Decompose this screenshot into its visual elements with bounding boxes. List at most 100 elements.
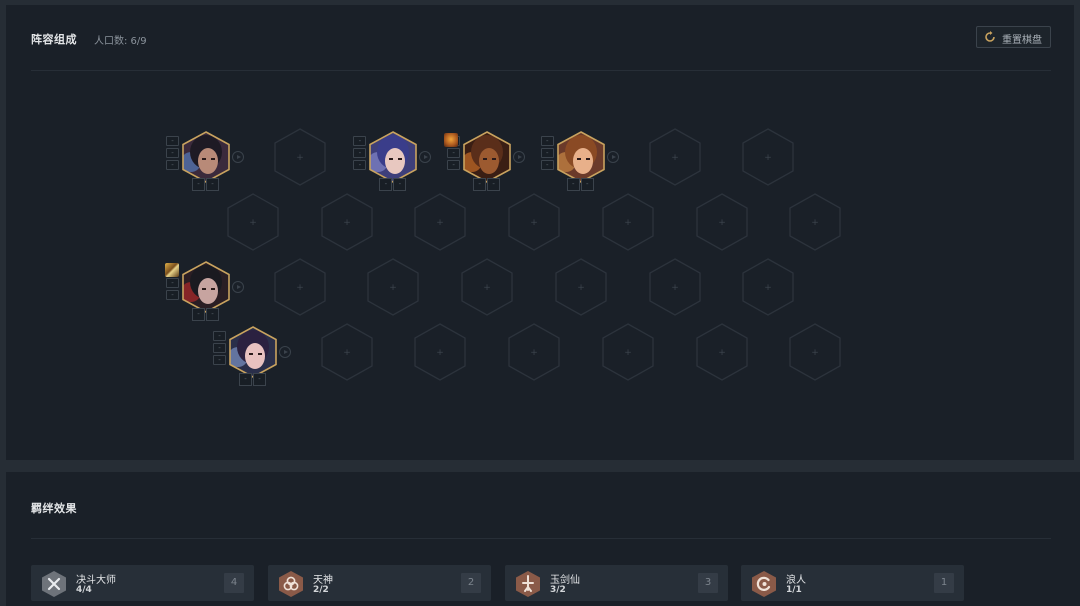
star-slot[interactable]: - [473, 178, 487, 191]
empty-board-cell[interactable]: + [602, 323, 654, 381]
trait-badge: 4 [224, 573, 244, 593]
next-arrow-icon[interactable] [232, 151, 244, 163]
empty-board-cell[interactable]: + [742, 128, 794, 186]
trait-card-jade-swordsman[interactable]: 玉剑仙 3/2 3 [505, 565, 728, 601]
champion-cell-champion-6[interactable] [229, 326, 277, 378]
star-slot[interactable]: - [393, 178, 407, 191]
item-slot[interactable]: - [353, 136, 367, 146]
empty-board-cell[interactable]: + [789, 323, 841, 381]
trait-card-duelist[interactable]: 决斗大师 4/4 4 [31, 565, 254, 601]
star-slot-row: -- [192, 178, 220, 191]
item-slot[interactable]: - [166, 148, 179, 158]
item-slot[interactable]: - [540, 160, 554, 170]
add-champion-icon: + [437, 218, 445, 228]
item-emblem-icon[interactable] [444, 133, 459, 147]
next-arrow-icon[interactable] [606, 151, 619, 163]
add-champion-icon: + [296, 283, 304, 293]
star-slot[interactable]: - [192, 308, 205, 321]
board-title: 阵容组成 [31, 33, 77, 46]
wave-icon [752, 571, 776, 597]
star-slot[interactable]: - [566, 178, 580, 191]
refresh-icon [985, 31, 995, 42]
trait-count: 4/4 [76, 585, 92, 595]
item-slot[interactable]: - [447, 160, 461, 170]
item-slot[interactable]: - [213, 343, 226, 353]
item-slot[interactable]: - [540, 136, 554, 146]
next-arrow-icon[interactable] [279, 346, 291, 358]
add-champion-icon: + [530, 348, 538, 358]
traits-panel: 羁绊效果 决斗大师 4/4 4 天神 2/2 2 玉剑仙 3/2 3 浪人 1/… [6, 472, 1080, 606]
empty-board-cell[interactable]: + [414, 193, 467, 251]
star-slot[interactable]: - [379, 178, 393, 191]
champion-cell-champion-5[interactable] [182, 261, 230, 313]
add-champion-icon: + [671, 153, 679, 163]
board-panel: 阵容组成 人口数: 6/9 重置棋盘 -----+---------------… [6, 5, 1074, 460]
next-arrow-icon[interactable] [419, 151, 432, 163]
empty-board-cell[interactable]: + [695, 193, 748, 251]
trait-name: 天神 [313, 575, 333, 586]
reset-board-button[interactable]: 重置棋盘 [976, 26, 1051, 48]
trait-badge: 2 [461, 573, 481, 593]
empty-board-cell[interactable]: + [321, 323, 373, 381]
item-slot[interactable]: - [353, 148, 367, 158]
next-arrow-icon[interactable] [232, 281, 244, 293]
champion-portrait [183, 262, 229, 312]
star-slot[interactable]: - [253, 373, 266, 386]
star-slot[interactable]: - [206, 178, 219, 191]
item-slot[interactable]: - [166, 136, 179, 146]
item-blade-icon[interactable] [165, 263, 179, 277]
trait-count: 2/2 [313, 585, 329, 595]
add-champion-icon: + [624, 348, 632, 358]
empty-board-cell[interactable]: + [648, 128, 701, 186]
star-slot[interactable]: - [206, 308, 219, 321]
item-slot[interactable]: - [447, 148, 461, 158]
empty-board-cell[interactable]: + [602, 193, 654, 251]
champion-portrait [557, 132, 604, 182]
empty-board-cell[interactable]: + [367, 258, 420, 316]
empty-board-cell[interactable]: + [789, 193, 841, 251]
champion-portrait [230, 327, 276, 377]
item-slot-column: - - - [540, 136, 555, 172]
star-slot[interactable]: - [192, 178, 205, 191]
empty-board-cell[interactable]: + [555, 258, 607, 316]
item-slot[interactable]: - [213, 331, 226, 341]
item-slot[interactable]: - [540, 148, 554, 158]
item-slot-column: - - - [166, 136, 180, 172]
empty-board-cell[interactable]: + [508, 323, 560, 381]
empty-board-cell[interactable]: + [227, 193, 279, 251]
add-champion-icon: + [671, 283, 679, 293]
empty-board-cell[interactable]: + [648, 258, 701, 316]
sword-figure-icon [516, 571, 540, 597]
champion-cell-champion-2[interactable] [369, 131, 418, 183]
empty-board-cell[interactable]: + [274, 128, 326, 186]
item-slot[interactable]: - [166, 160, 179, 170]
star-slot[interactable]: - [239, 373, 252, 386]
trait-badge: 1 [934, 573, 954, 593]
add-champion-icon: + [764, 283, 772, 293]
star-slot[interactable]: - [487, 178, 501, 191]
reset-board-label: 重置棋盘 [1002, 35, 1042, 46]
empty-board-cell[interactable]: + [695, 323, 748, 381]
next-arrow-icon[interactable] [513, 151, 526, 163]
champion-cell-champion-1[interactable] [182, 131, 230, 183]
champion-cell-champion-4[interactable] [556, 131, 605, 183]
trait-name: 浪人 [786, 575, 806, 586]
empty-board-cell[interactable]: + [321, 193, 373, 251]
empty-board-cell[interactable]: + [461, 258, 513, 316]
champion-cell-champion-3[interactable] [463, 131, 511, 183]
star-slot[interactable]: - [580, 178, 594, 191]
add-champion-icon: + [296, 153, 304, 163]
star-slot-row: -- [473, 178, 501, 191]
trait-card-divine[interactable]: 天神 2/2 2 [268, 565, 491, 601]
empty-board-cell[interactable]: + [508, 193, 560, 251]
empty-board-cell[interactable]: + [274, 258, 326, 316]
add-champion-icon: + [624, 218, 632, 228]
item-slot[interactable]: - [353, 160, 367, 170]
item-slot-column: - - - [213, 331, 227, 367]
trait-card-ronin[interactable]: 浪人 1/1 1 [741, 565, 964, 601]
empty-board-cell[interactable]: + [742, 258, 794, 316]
item-slot[interactable]: - [166, 290, 179, 300]
item-slot[interactable]: - [213, 355, 226, 365]
item-slot[interactable]: - [166, 278, 179, 288]
empty-board-cell[interactable]: + [414, 323, 467, 381]
